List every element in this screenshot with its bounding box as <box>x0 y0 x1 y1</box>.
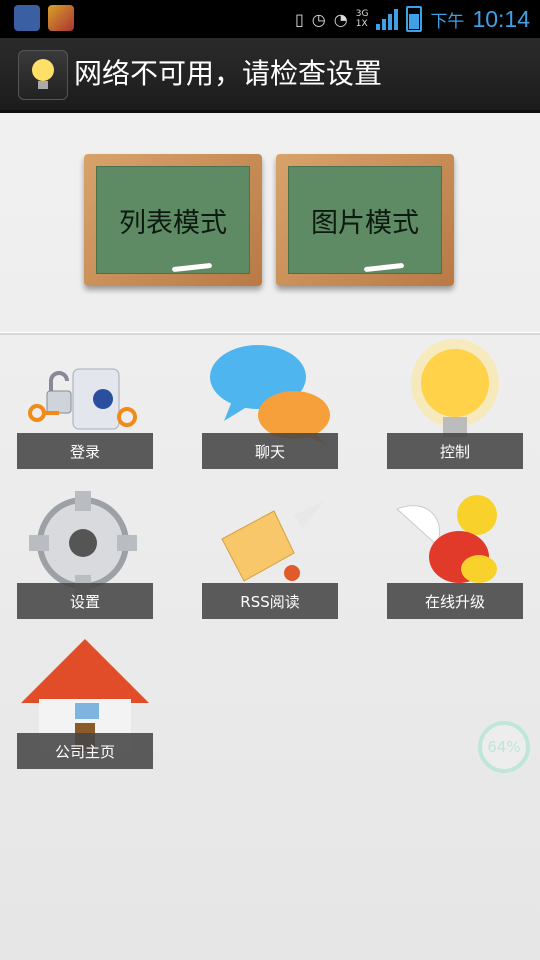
tile-label: 聊天 <box>202 433 338 469</box>
tile-label: RSS阅读 <box>202 583 338 619</box>
login-tile[interactable]: 登录 <box>17 339 153 469</box>
company-home-tile[interactable]: 公司主页 <box>17 639 153 769</box>
control-tile[interactable]: 控制 <box>387 339 523 469</box>
tile-label: 在线升级 <box>387 583 523 619</box>
list-mode-button[interactable]: 列表模式 <box>84 154 262 286</box>
app-notification-icon <box>14 5 40 31</box>
network-subtype: 1X <box>355 19 368 29</box>
wifi-icon: ◔ <box>333 9 348 29</box>
status-ampm: 下午 <box>430 11 465 32</box>
memory-progress-badge[interactable]: 64% <box>478 721 530 773</box>
picture-mode-button[interactable]: 图片模式 <box>276 154 454 286</box>
section-divider <box>0 332 540 335</box>
vibrate-icon: ▯ <box>294 9 304 29</box>
bulb-app-icon[interactable] <box>18 50 68 100</box>
signal-icon <box>376 8 399 30</box>
rss-tile[interactable]: RSS阅读 <box>202 489 338 619</box>
settings-tile[interactable]: 设置 <box>17 489 153 619</box>
alarm-icon: ◷ <box>311 9 326 29</box>
tile-label: 控制 <box>387 433 523 469</box>
list-mode-label: 列表模式 <box>96 166 250 274</box>
status-bar: ▯ ◷ ◔ 3G 1X 下午 10:14 <box>0 0 540 38</box>
upgrade-tile[interactable]: 在线升级 <box>387 489 523 619</box>
network-type: 3G <box>355 9 369 19</box>
title-bar: 网络不可用，请检查设置 <box>0 38 540 113</box>
chat-tile[interactable]: 聊天 <box>202 339 338 469</box>
tile-label: 公司主页 <box>17 733 153 769</box>
page-title: 网络不可用，请检查设置 <box>74 57 383 90</box>
battery-icon <box>406 6 423 32</box>
tile-label: 登录 <box>17 433 153 469</box>
picture-mode-label: 图片模式 <box>288 166 442 274</box>
game-notification-icon <box>48 5 74 31</box>
status-time: 10:14 <box>472 5 530 32</box>
tile-label: 设置 <box>17 583 153 619</box>
